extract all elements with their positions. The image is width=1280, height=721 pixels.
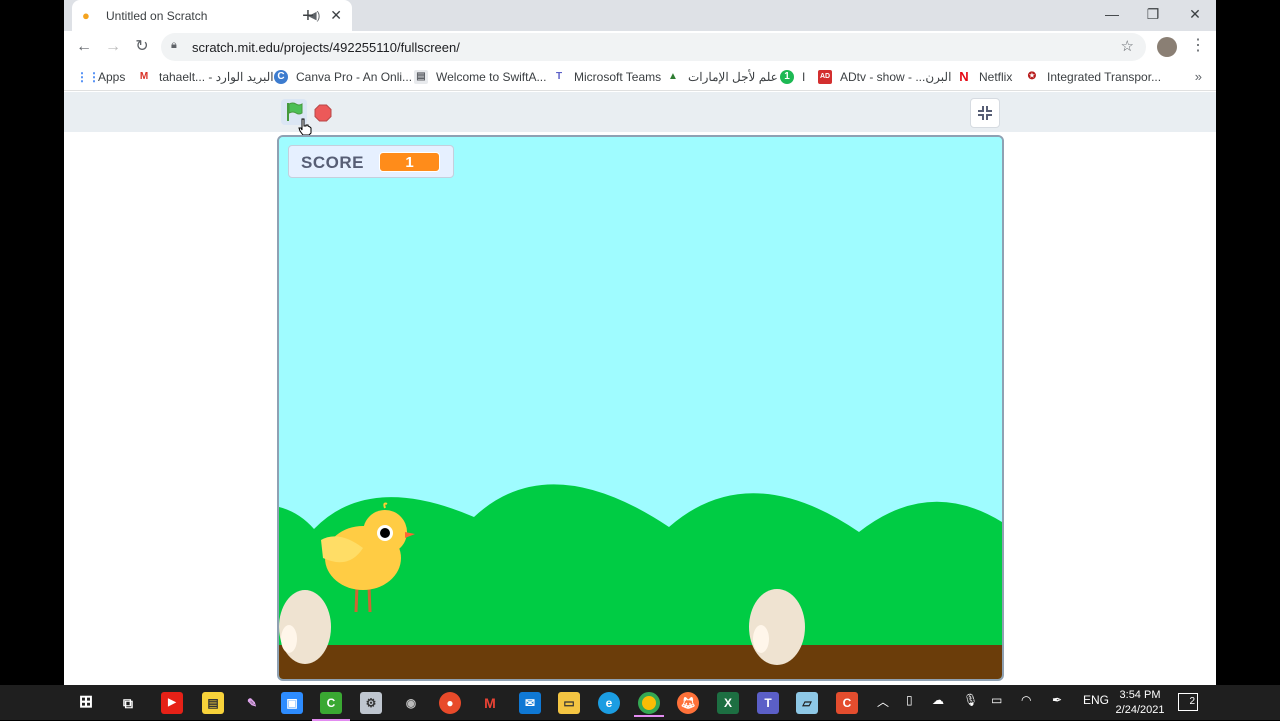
app-c-icon[interactable]: C [836,692,858,714]
microphone-icon[interactable]: 🎙︎ [963,693,978,707]
reload-button[interactable]: ↻ [130,35,154,59]
scratch-player: SCORE 1 [64,92,1216,685]
language-indicator[interactable]: ENG [1083,693,1109,707]
back-button[interactable]: ← [72,35,96,59]
url-text: scratch.mit.edu/projects/492255110/fulls… [192,40,460,55]
sticky-notes-icon[interactable]: ▤ [202,692,224,714]
itc-icon: ✪ [1027,71,1037,82]
wifi-icon[interactable]: ◠ [1021,693,1031,707]
scratch-cat-icon: ● [82,7,90,23]
hand-cursor-icon [298,118,312,136]
bookmark-swifta[interactable]: ▤ Welcome to SwiftA... [414,68,546,86]
number-one-icon: 1 [780,70,794,84]
mail-icon[interactable]: ✉ [519,692,541,714]
notification-count: 2 [1189,696,1195,707]
teams-icon: T [555,71,563,82]
device-icon[interactable]: ▯ [906,693,913,707]
lock-icon: 🔒︎ [171,39,177,51]
bookmark-adtv[interactable]: AD ADtv - show - ...البرن [818,68,951,86]
tab-strip: ● Untitled on Scratch ◀) ✕ + — ❐ ✕ [64,0,1216,31]
apps-grid-icon: ⋮⋮ [76,70,100,84]
score-monitor: SCORE 1 [288,145,454,178]
paint-icon[interactable]: ✎ [241,692,263,714]
clock-time: 3:54 PM [1119,689,1161,701]
bookmark-teams[interactable]: T Microsoft Teams [552,68,661,86]
battery-icon[interactable]: ▭ [991,693,1002,707]
pen-icon[interactable]: ✒ [1052,693,1062,707]
canva-icon: C [274,70,288,84]
profile-avatar[interactable] [1157,37,1177,57]
new-tab-button[interactable]: + [297,5,319,27]
close-tab-icon[interactable]: ✕ [330,7,342,24]
player-controls-bar [64,92,1216,136]
edge-icon[interactable]: e [598,692,620,714]
minimize-button[interactable]: — [1091,0,1133,31]
bookmarks-bar: ⋮⋮ Apps M tahaelt... - البريد الوارد C C… [64,63,1216,91]
bookmark-canva[interactable]: C Canva Pro - An Onli... [274,68,412,86]
menu-kebab-icon[interactable]: ⋮ [1190,35,1206,55]
score-value: 1 [379,152,440,172]
score-label: SCORE [301,153,364,172]
camera-icon[interactable]: ◉ [400,692,422,714]
chick-sprite[interactable] [319,502,419,614]
gmail-taskbar-icon[interactable]: M [479,692,501,714]
egg-sprite-left[interactable] [279,585,334,667]
exit-fullscreen-icon [978,106,992,120]
zoom-icon[interactable]: ▣ [281,692,303,714]
maps-icon[interactable]: ● [439,692,461,714]
show-hidden-icons[interactable]: ︿ [877,693,889,710]
stage[interactable]: SCORE 1 [277,135,1004,681]
browser-toolbar: ← → ↻ 🔒︎ scratch.mit.edu/projects/492255… [64,31,1216,63]
app-icon[interactable]: ⚙ [360,692,382,714]
file-explorer-icon[interactable]: ▭ [558,692,580,714]
more-bookmarks-icon[interactable]: » [1195,69,1202,84]
camtasia-icon[interactable]: C [312,692,350,721]
adtv-icon: AD [818,70,832,84]
bookmark-star-icon[interactable]: ☆ [1121,37,1134,55]
egg-sprite-right[interactable] [747,585,807,667]
teams-taskbar-icon[interactable]: T [757,692,779,714]
windows-taskbar: ⊞ ⧉ ▶ ▤ ✎ ▣ C ⚙ ◉ ● M ✉ ▭ e 🦊︎ X T ▱ C ︿… [0,685,1280,721]
chrome-icon[interactable] [634,692,664,717]
notes-icon[interactable]: ▱ [796,692,818,714]
youtube-icon[interactable]: ▶ [161,692,183,714]
clock-date: 2/24/2021 [1115,704,1165,716]
gmail-icon: M [139,71,149,82]
close-window-button[interactable]: ✕ [1174,0,1216,31]
notification-center-icon[interactable]: 2 [1178,693,1198,711]
restore-button[interactable]: ❐ [1132,0,1174,31]
onedrive-icon[interactable]: ☁ [932,693,944,707]
bookmark-itc[interactable]: ✪ Integrated Transpor... [1025,68,1161,86]
bookmark-uae[interactable]: ▲ علم لأجل الإمارات [666,68,778,86]
doc-icon: ▤ [414,70,428,84]
excel-icon[interactable]: X [717,692,739,714]
clock[interactable]: 3:54 PM 2/24/2021 [1110,688,1170,718]
windows-start-icon[interactable]: ⊞ [75,692,97,714]
firefox-icon[interactable]: 🦊︎ [677,692,699,714]
bookmark-netflix[interactable]: N Netflix [957,68,1012,86]
stop-button[interactable] [314,104,332,122]
forward-button[interactable]: → [101,35,125,59]
address-bar[interactable]: 🔒︎ scratch.mit.edu/projects/492255110/fu… [161,33,1146,61]
bookmark-gmail[interactable]: M tahaelt... - البريد الوارد [137,68,274,86]
netflix-icon: N [959,69,969,84]
task-view-icon[interactable]: ⧉ [117,692,139,714]
uae-icon: ▲ [668,71,678,82]
left-letterbox [0,0,64,685]
bookmark-apps[interactable]: ⋮⋮ Apps [76,68,125,86]
bookmark-one[interactable]: 1 I [780,68,805,86]
tab-title: Untitled on Scratch [106,8,208,23]
exit-fullscreen-button[interactable] [970,98,1000,128]
right-letterbox [1216,0,1280,685]
browser-window: ● Untitled on Scratch ◀) ✕ + — ❐ ✕ ← → ↻… [64,0,1216,685]
